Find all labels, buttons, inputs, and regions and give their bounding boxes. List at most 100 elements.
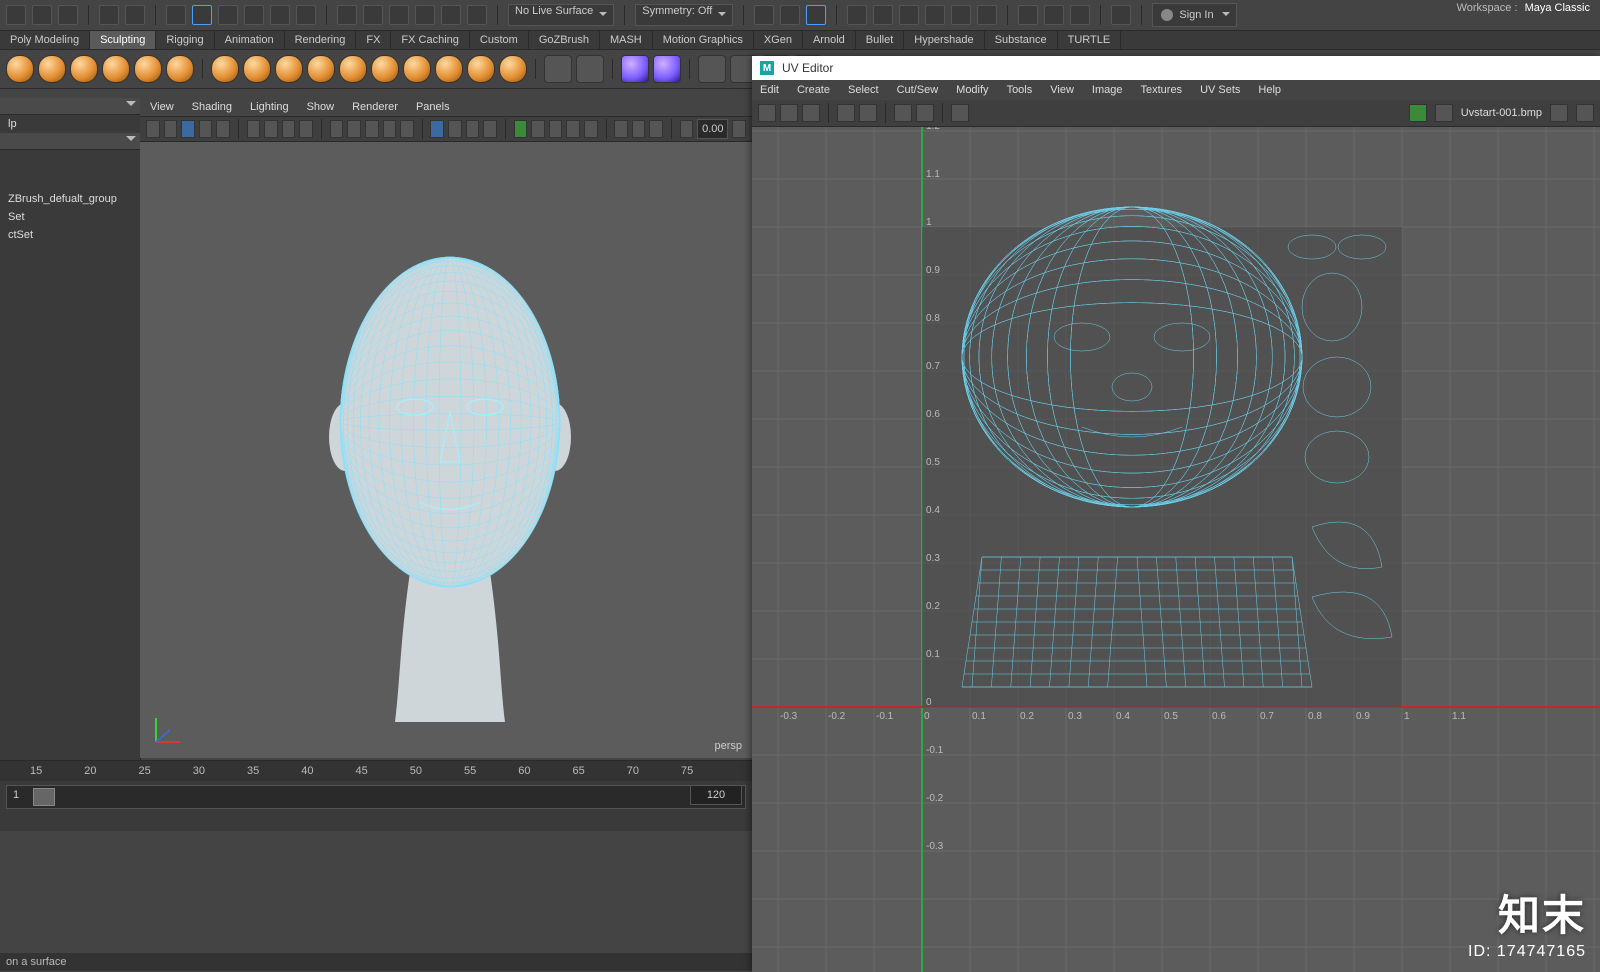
sculpt-brush-icon[interactable] [275,55,303,83]
tool-icon[interactable] [58,5,78,25]
sculpt-brush-icon[interactable] [307,55,335,83]
symmetry-dropdown[interactable]: Symmetry: Off [635,4,733,26]
sculpt-brush-icon[interactable] [499,55,527,83]
tool-icon[interactable] [32,5,52,25]
uv-menu[interactable]: Help [1258,84,1281,96]
shelf-tab[interactable]: TURTLE [1058,31,1122,49]
shelf-tab[interactable]: Animation [215,31,285,49]
uv-menu[interactable]: Image [1092,84,1123,96]
ipr-render-icon[interactable] [873,5,893,25]
vp-xray-icon[interactable] [448,120,462,138]
uv-refresh-icon[interactable] [1550,104,1568,122]
hypershade-icon[interactable] [977,5,997,25]
shelf-tab[interactable]: Arnold [803,31,856,49]
vp-toggle-icon[interactable] [649,120,663,138]
sculpt-brush-icon[interactable] [38,55,66,83]
construction-history-icon[interactable] [806,5,826,25]
uv-settings-icon[interactable] [1576,104,1594,122]
vp-more-icon[interactable] [732,120,746,138]
viewport-menu[interactable]: Shading [192,101,232,113]
shelf-tab[interactable]: Hypershade [904,31,984,49]
sculpt-brush-icon[interactable] [339,55,367,83]
shelf-tab[interactable]: MASH [600,31,653,49]
select-icon[interactable] [166,5,186,25]
vp-xray-comp-icon[interactable] [483,120,497,138]
range-slider[interactable]: 1 [6,785,746,809]
vp-renderer-icon[interactable] [614,120,628,138]
vp-gamma-icon[interactable] [531,120,545,138]
lasso-select-icon[interactable] [192,5,212,25]
vp-expose-icon[interactable] [514,120,528,138]
snap-grid-icon[interactable] [337,5,357,25]
uv-image-filename[interactable]: Uvstart-001.bmp [1461,107,1542,119]
snap-curve-icon[interactable] [363,5,383,25]
render-settings-icon[interactable] [899,5,919,25]
play-pause-icon[interactable] [1070,5,1090,25]
snap-view-icon[interactable] [467,5,487,25]
play-start-icon[interactable] [1018,5,1038,25]
vp-isolate-icon[interactable] [430,120,444,138]
uv-snap-icon[interactable] [859,104,877,122]
range-thumb[interactable] [33,788,55,806]
vp-lights-icon[interactable] [383,120,397,138]
viewport-3d[interactable]: persp [140,142,752,758]
falloff-icon[interactable] [621,55,649,83]
sculpt-brush-icon[interactable] [166,55,194,83]
rotate-icon[interactable] [270,5,290,25]
live-surface-dropdown[interactable]: No Live Surface [508,4,614,26]
viewport-menu[interactable]: Renderer [352,101,398,113]
viewport-menu[interactable]: Show [307,101,335,113]
render-icon[interactable] [847,5,867,25]
vp-bookmark-icon[interactable] [164,120,178,138]
vp-gate-mask-icon[interactable] [282,120,296,138]
sculpt-brush-icon[interactable] [467,55,495,83]
sculpt-brush-icon[interactable] [70,55,98,83]
vp-aa-icon[interactable] [584,120,598,138]
uv-grid-icon[interactable] [837,104,855,122]
vp-grease-icon[interactable] [216,120,230,138]
convert-icon[interactable] [576,55,604,83]
shelf-tab[interactable]: FX Caching [391,31,469,49]
shelf-tab[interactable]: Rigging [156,31,214,49]
stamp-icon[interactable] [698,55,726,83]
uv-image-toggle-icon[interactable] [1409,104,1427,122]
scale-icon[interactable] [296,5,316,25]
uv-edge-icon[interactable] [780,104,798,122]
uv-menu[interactable]: Textures [1140,84,1182,96]
uv-menu[interactable]: Tools [1007,84,1033,96]
light-icon[interactable] [951,5,971,25]
sculpt-brush-icon[interactable] [6,55,34,83]
undo-icon[interactable] [99,5,119,25]
outliner-menu[interactable]: lp [0,115,140,133]
paint-select-icon[interactable] [218,5,238,25]
uv-shell-icon[interactable] [758,104,776,122]
tool-icon[interactable] [6,5,26,25]
vp-shaded-icon[interactable] [347,120,361,138]
shelf-tab[interactable]: Custom [470,31,529,49]
redo-icon[interactable] [125,5,145,25]
vp-res-gate-icon[interactable] [299,120,313,138]
uv-menu[interactable]: Modify [956,84,988,96]
sculpt-brush-icon[interactable] [403,55,431,83]
vp-exposure-field[interactable]: 0.00 [697,119,728,139]
shelf-tab[interactable]: GoZBrush [529,31,600,49]
snap-plane-icon[interactable] [441,5,461,25]
vp-film-gate-icon[interactable] [264,120,278,138]
history-off-icon[interactable] [780,5,800,25]
uv-menu[interactable]: Select [848,84,879,96]
falloff-icon[interactable] [653,55,681,83]
sculpt-brush-icon[interactable] [371,55,399,83]
vp-xray-joints-icon[interactable] [466,120,480,138]
viewport-menu[interactable]: View [150,101,174,113]
uv-menu[interactable]: Edit [760,84,779,96]
viewport-menu[interactable]: Panels [416,101,450,113]
collapse-icon[interactable] [126,136,136,146]
uv-menu[interactable]: UV Sets [1200,84,1240,96]
shelf-tab[interactable]: Sculpting [90,31,156,49]
shelf-tab[interactable]: Poly Modeling [0,31,90,49]
history-icon[interactable] [754,5,774,25]
vp-shadows-icon[interactable] [400,120,414,138]
move-icon[interactable] [244,5,264,25]
vp-refresh-icon[interactable] [680,120,694,138]
sign-in-button[interactable]: Sign In [1152,3,1236,27]
